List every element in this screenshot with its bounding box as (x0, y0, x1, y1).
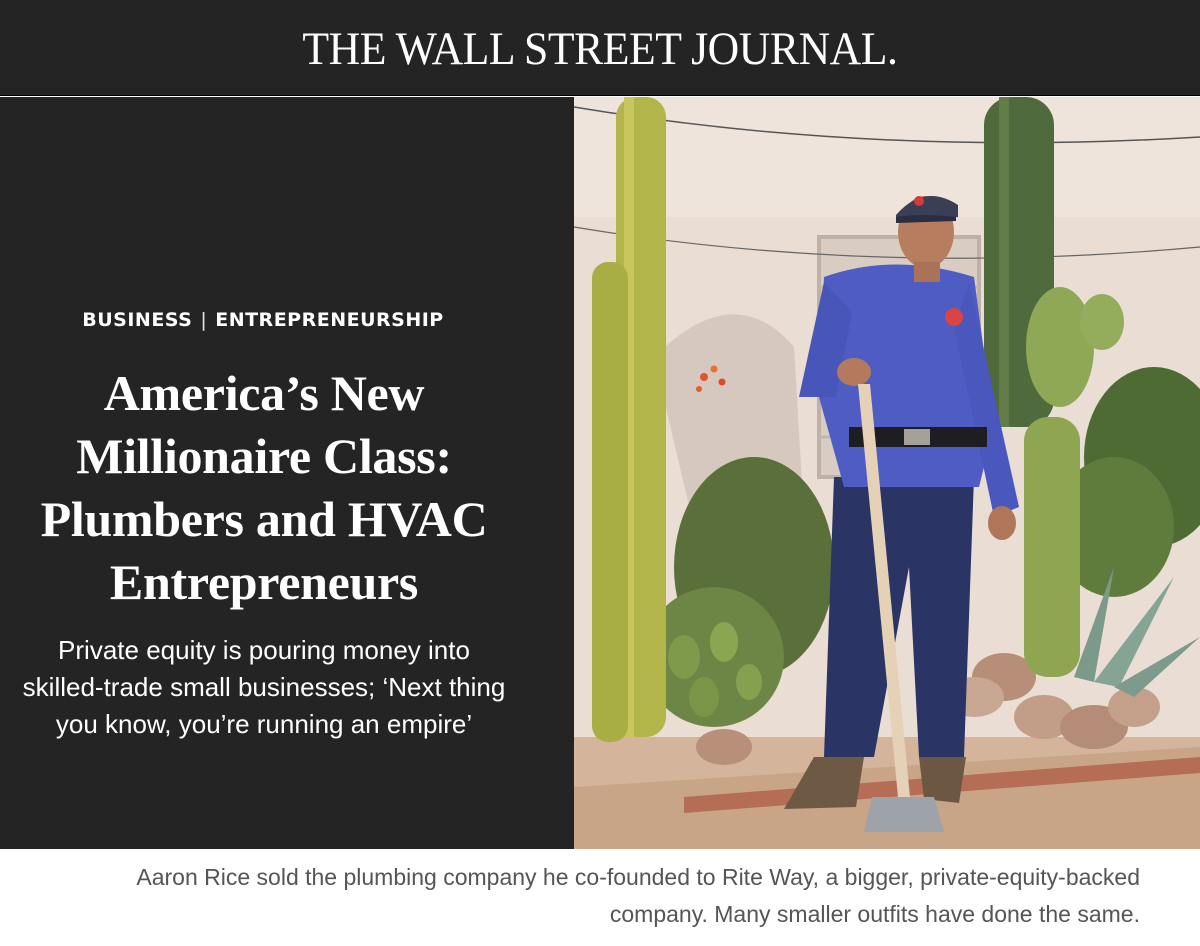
hero-photo (574, 97, 1200, 849)
plumber-with-shovel-illustration (574, 97, 1200, 849)
section-link[interactable]: BUSINESS (82, 309, 192, 331)
photo-caption-bar: Aaron Rice sold the plumbing company he … (0, 849, 1200, 946)
photo-caption: Aaron Rice sold the plumbing company he … (136, 864, 1140, 927)
subsection-link[interactable]: ENTREPRENEURSHIP (215, 309, 444, 331)
masthead: THE WALL STREET JOURNAL. (0, 0, 1200, 96)
wsj-logo[interactable]: THE WALL STREET JOURNAL. (302, 22, 898, 76)
section-kicker: BUSINESS | ENTREPRENEURSHIP (0, 309, 527, 331)
kicker-separator: | (200, 309, 208, 331)
article-dek: Private equity is pouring money into ski… (22, 635, 506, 739)
article-headline: America’s New Millionaire Class: Plumber… (40, 365, 488, 610)
article-header-panel: BUSINESS | ENTREPRENEURSHIP America’s New … (0, 97, 574, 849)
